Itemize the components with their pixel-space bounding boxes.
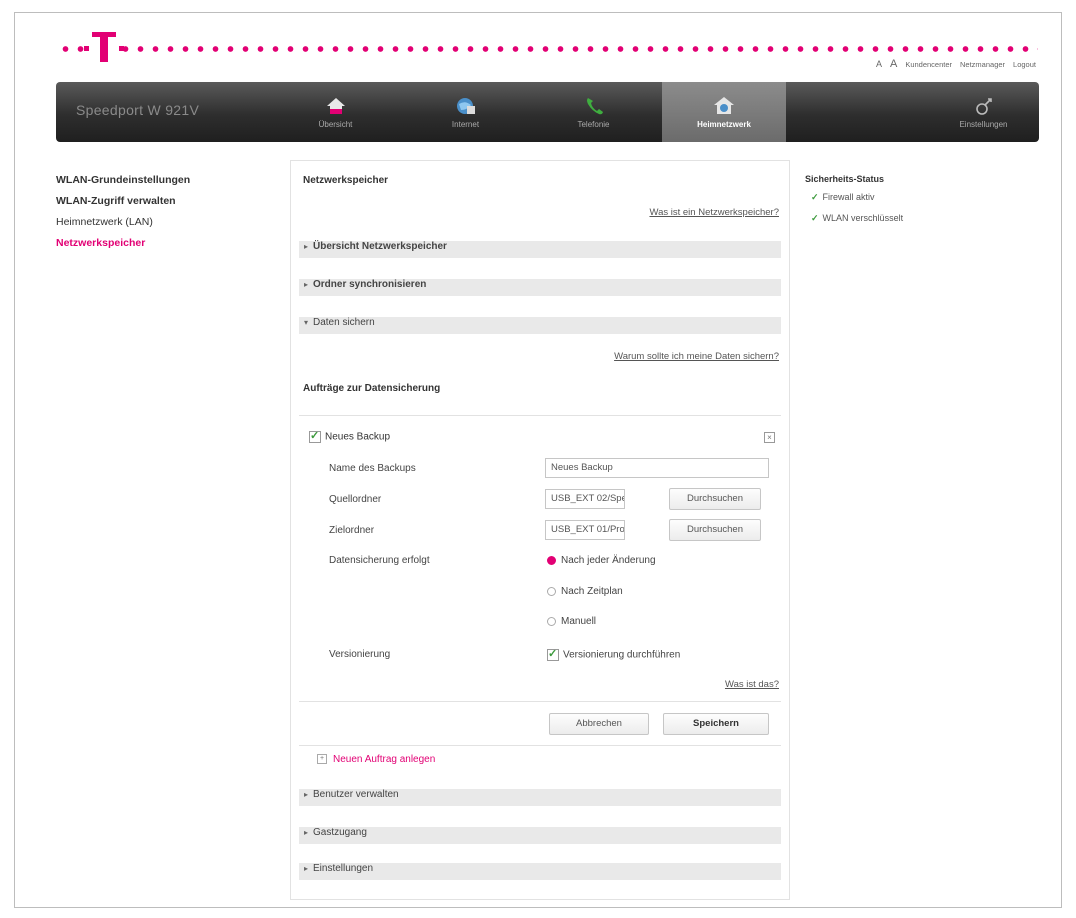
expand-plus-icon: +	[317, 754, 327, 765]
nav-uebersicht[interactable]: Übersicht	[288, 82, 383, 142]
divider	[299, 701, 781, 702]
cancel-button[interactable]: Abbrechen	[549, 713, 649, 735]
help-link-netzwerkspeicher[interactable]: Was ist ein Netzwerkspeicher?	[649, 207, 779, 218]
new-job-link[interactable]: + Neuen Auftrag anlegen	[317, 754, 435, 765]
sidebar-item-wlan-zugriff[interactable]: WLAN-Zugriff verwalten	[56, 195, 190, 207]
font-size-large-button[interactable]: A	[890, 58, 897, 70]
versioning-checkbox[interactable]: Versionierung durchführen	[547, 647, 680, 661]
divider	[299, 415, 781, 416]
what-is-this-link[interactable]: Was ist das?	[725, 679, 779, 690]
nav-einstellungen[interactable]: Einstellungen	[936, 82, 1031, 142]
kundencenter-link[interactable]: Kundencenter	[905, 60, 952, 69]
page-title: Netzwerkspeicher	[303, 175, 389, 186]
home-icon	[326, 98, 345, 114]
security-status-title: Sicherheits-Status	[805, 174, 885, 184]
nav-telefonie[interactable]: Telefonie	[546, 82, 641, 142]
checkbox-checked-icon	[309, 429, 321, 443]
divider	[299, 745, 781, 746]
brand-dots	[58, 46, 1038, 52]
checkbox-checked-icon	[547, 647, 559, 661]
section-daten-sichern[interactable]: ▾ Daten sichern	[299, 317, 781, 334]
target-folder-field[interactable]: USB_EXT 01/Pro	[545, 520, 625, 540]
backup-name-field[interactable]: Neues Backup	[545, 458, 769, 478]
chevron-down-icon: ▾	[303, 318, 308, 327]
radio-manuell[interactable]: Manuell	[547, 616, 596, 627]
main-navigation: Speedport W 921V Übersicht Internet Tele…	[56, 82, 1039, 142]
chevron-right-icon: ▸	[303, 280, 308, 289]
chevron-right-icon: ▸	[303, 790, 308, 799]
section-ordner-synchronisieren[interactable]: ▸ Ordner synchronisieren	[299, 279, 781, 296]
backup-name-label: Name des Backups	[329, 463, 416, 474]
radio-unselected-icon	[547, 586, 556, 596]
security-status: Sicherheits-Status ✓ Firewall aktiv ✓ WLAN…	[805, 174, 903, 234]
source-browse-button[interactable]: Durchsuchen	[669, 488, 761, 510]
font-size-small-button[interactable]: A	[876, 59, 882, 69]
sidebar-item-netzwerkspeicher[interactable]: Netzwerkspeicher	[56, 237, 190, 249]
section-uebersicht[interactable]: ▸ Übersicht Netzwerkspeicher	[299, 241, 781, 258]
chevron-right-icon: ▸	[303, 828, 308, 837]
netzmanager-link[interactable]: Netzmanager	[960, 60, 1005, 69]
radio-nach-jeder-aenderung[interactable]: Nach jeder Änderung	[547, 555, 656, 566]
versioning-label: Versionierung	[329, 649, 391, 660]
nav-internet[interactable]: Internet	[418, 82, 513, 142]
network-home-icon	[714, 97, 734, 114]
sidebar-item-wlan-grundeinstellungen[interactable]: WLAN-Grundeinstellungen	[56, 174, 190, 186]
nav-heimnetzwerk[interactable]: Heimnetzwerk	[662, 82, 786, 142]
section-benutzer-verwalten[interactable]: ▸ Benutzer verwalten	[299, 789, 781, 806]
backup-enabled-checkbox[interactable]: Neues Backup	[309, 429, 390, 443]
source-folder-label: Quellordner	[329, 494, 382, 505]
globe-icon	[456, 98, 475, 114]
radio-nach-zeitplan[interactable]: Nach Zeitplan	[547, 586, 623, 597]
status-wlan: ✓ WLAN verschlüsselt	[811, 213, 904, 223]
telekom-logo[interactable]	[84, 26, 124, 64]
status-firewall: ✓ Firewall aktiv	[811, 192, 875, 202]
settings-icon	[975, 98, 992, 115]
phone-icon	[586, 98, 603, 115]
target-folder-label: Zielordner	[329, 525, 375, 536]
logout-link[interactable]: Logout	[1013, 60, 1036, 69]
section-gastzugang[interactable]: ▸ Gastzugang	[299, 827, 781, 844]
check-icon: ✓	[811, 192, 819, 202]
backup-mode-label: Datensicherung erfolgt	[329, 555, 430, 566]
source-folder-field[interactable]: USB_EXT 02/Spe	[545, 489, 625, 509]
close-icon[interactable]: ×	[764, 432, 775, 443]
chevron-right-icon: ▸	[303, 242, 308, 251]
radio-selected-icon	[547, 555, 556, 565]
chevron-right-icon: ▸	[303, 864, 308, 873]
radio-unselected-icon	[547, 616, 556, 626]
device-name: Speedport W 921V	[76, 102, 200, 118]
top-links: A A Kundencenter Netzmanager Logout	[876, 58, 1036, 70]
sidebar: WLAN-Grundeinstellungen WLAN-Zugriff ver…	[56, 174, 190, 258]
jobs-heading: Aufträge zur Datensicherung	[303, 383, 441, 394]
why-backup-link[interactable]: Warum sollte ich meine Daten sichern?	[614, 351, 779, 362]
target-browse-button[interactable]: Durchsuchen	[669, 519, 761, 541]
section-einstellungen[interactable]: ▸ Einstellungen	[299, 863, 781, 880]
save-button[interactable]: Speichern	[663, 713, 769, 735]
main-panel: Netzwerkspeicher Was ist ein Netzwerkspe…	[290, 160, 790, 900]
check-icon: ✓	[811, 213, 819, 223]
sidebar-item-heimnetzwerk-lan[interactable]: Heimnetzwerk (LAN)	[56, 216, 190, 228]
